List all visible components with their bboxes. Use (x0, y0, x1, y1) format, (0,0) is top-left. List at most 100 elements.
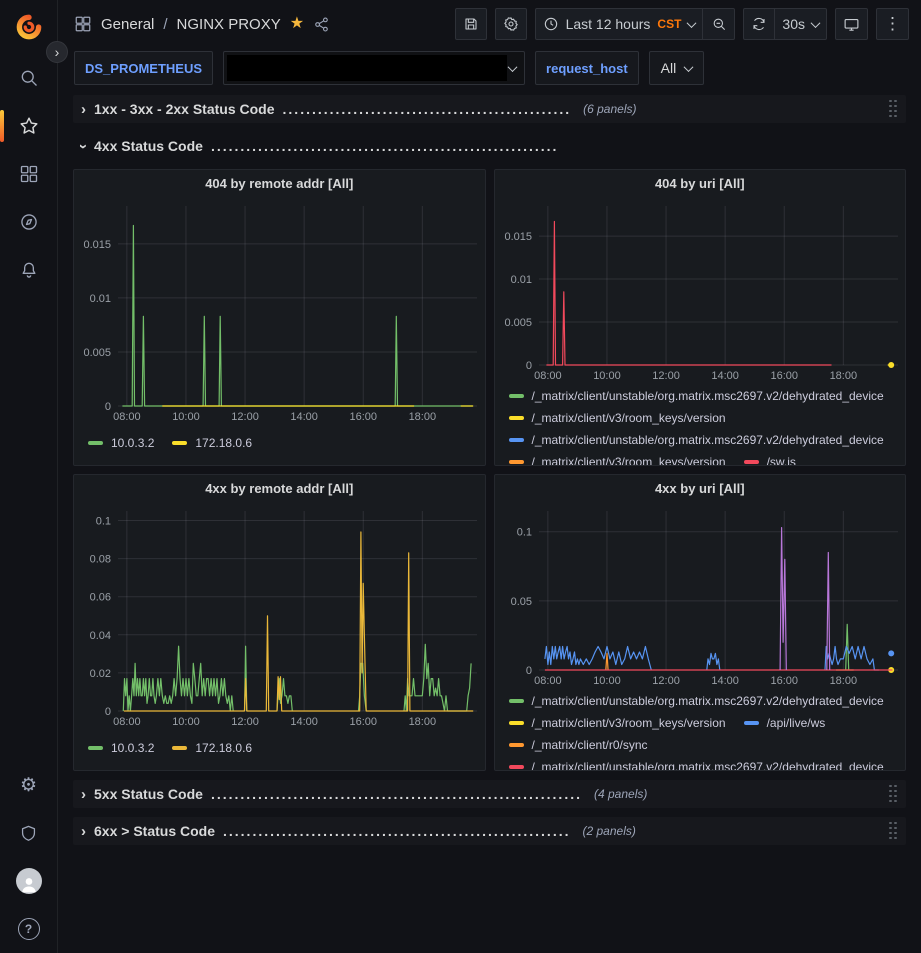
legend-label: /_matrix/client/v3/room_keys/version (532, 455, 726, 465)
svg-text:0.06: 0.06 (90, 592, 111, 604)
panel-title[interactable]: 4xx by uri [All] (495, 475, 906, 501)
sidebar-item-configuration[interactable]: ⚙ (0, 761, 57, 809)
variable-value: All (661, 60, 677, 76)
legend-item[interactable]: /_matrix/client/unstable/org.matrix.msc2… (509, 429, 884, 451)
dashboard-row-1xx-3xx-2xx[interactable]: › 1xx - 3xx - 2xx Status Code ..........… (73, 95, 906, 123)
grafana-app: › (0, 0, 921, 953)
legend-label: 10.0.3.2 (111, 436, 154, 450)
refresh-button[interactable] (743, 8, 775, 40)
save-dashboard-button[interactable] (455, 8, 487, 40)
zoom-out-time-button[interactable] (703, 8, 735, 40)
panel: 404 by remote addr [All]00.0050.010.0150… (73, 169, 486, 466)
sidebar-item-help[interactable]: ? (0, 905, 57, 953)
svg-text:0.1: 0.1 (516, 527, 531, 539)
time-picker-group: Last 12 hours CST (535, 8, 736, 40)
legend-label: /sw.js (767, 455, 796, 465)
legend-item[interactable]: 10.0.3.2 (88, 432, 154, 454)
timezone-badge: CST (657, 17, 681, 31)
breadcrumb: General / NGINX PROXY ★ (74, 15, 330, 33)
sidebar-expand-button[interactable]: › (46, 41, 68, 63)
variable-label-ds-prometheus[interactable]: DS_PROMETHEUS (74, 51, 213, 85)
legend-item[interactable]: /_matrix/client/v3/room_keys/version (509, 712, 726, 734)
breadcrumb-folder[interactable]: General (101, 16, 154, 33)
dashboard-settings-button[interactable] (495, 8, 527, 40)
tv-mode-button[interactable] (835, 8, 868, 40)
main-area: General / NGINX PROXY ★ (58, 0, 921, 953)
legend-item[interactable]: /_matrix/client/unstable/org.matrix.msc2… (509, 690, 884, 712)
panel-legend: 10.0.3.2 172.18.0.6 (74, 426, 485, 454)
legend-label: /_matrix/client/r0/sync (532, 738, 648, 752)
dashboard-row-4xx[interactable]: › 4xx Status Code ......................… (73, 132, 906, 160)
chevron-right-icon: › (81, 102, 86, 117)
chevron-right-icon: › (81, 787, 86, 802)
active-indicator (0, 110, 4, 142)
search-icon (19, 68, 39, 88)
zoom-out-icon (711, 16, 727, 32)
variable-label-request-host[interactable]: request_host (535, 51, 639, 85)
dashboard-row-5xx[interactable]: › 5xx Status Code ......................… (73, 780, 906, 808)
favorite-star-icon[interactable]: ★ (290, 16, 304, 32)
legend-item[interactable]: /sw.js (744, 451, 796, 465)
kebab-icon: ⋮ (884, 14, 901, 34)
legend-item[interactable]: 172.18.0.6 (172, 737, 252, 759)
refresh-interval-picker[interactable]: 30s (775, 8, 827, 40)
panel-title[interactable]: 404 by uri [All] (495, 170, 906, 196)
legend-item[interactable]: /_matrix/client/unstable/org.matrix.msc2… (509, 385, 884, 407)
apps-grid-icon[interactable] (74, 15, 92, 33)
sidebar: › (0, 0, 58, 953)
breadcrumb-separator: / (163, 16, 167, 33)
dashboard-row-6xx[interactable]: › 6xx > Status Code ....................… (73, 817, 906, 845)
sidebar-item-explore[interactable] (0, 198, 57, 246)
panel-title[interactable]: 404 by remote addr [All] (74, 170, 485, 196)
sidebar-item-alerting[interactable] (0, 246, 57, 294)
legend-item[interactable]: /api/live/ws (744, 712, 826, 734)
more-options-button[interactable]: ⋮ (876, 8, 909, 40)
sidebar-bottom: ⚙ ? (0, 761, 57, 953)
user-avatar (16, 868, 42, 894)
chevron-right-icon: › (81, 824, 86, 839)
legend-item[interactable]: 10.0.3.2 (88, 737, 154, 759)
row-title-dots: ........................................… (283, 101, 572, 117)
svg-text:08:00: 08:00 (113, 411, 141, 423)
sidebar-item-profile[interactable] (0, 857, 57, 905)
sidebar-item-starred[interactable] (0, 102, 57, 150)
panel-legend: 10.0.3.2 172.18.0.6 (74, 731, 485, 759)
panel: 4xx by uri [All]00.050.108:0010:0012:001… (494, 474, 907, 771)
star-outline-icon (18, 115, 40, 137)
shield-icon (19, 824, 38, 843)
legend-swatch-icon (509, 438, 524, 442)
legend-label: 172.18.0.6 (195, 436, 252, 450)
help-icon: ? (18, 918, 40, 940)
svg-text:16:00: 16:00 (349, 411, 377, 423)
legend-item[interactable]: /_matrix/client/r0/sync (509, 734, 648, 756)
time-range-picker[interactable]: Last 12 hours CST (535, 8, 704, 40)
variable-select-ds-prometheus[interactable] (223, 51, 525, 85)
sidebar-item-dashboards[interactable] (0, 150, 57, 198)
chart-canvas: 00.0050.010.01508:0010:0012:0014:0016:00… (495, 196, 906, 385)
legend-item[interactable]: /_matrix/client/v3/room_keys/version (509, 451, 726, 465)
sidebar-item-server-admin[interactable] (0, 809, 57, 857)
toolbar: Last 12 hours CST (455, 8, 909, 40)
panel-title[interactable]: 4xx by remote addr [All] (74, 475, 485, 501)
sidebar-item-search[interactable] (0, 54, 57, 102)
legend-item[interactable]: 172.18.0.6 (172, 432, 252, 454)
row-drag-handle-icon[interactable] (889, 785, 898, 804)
dashboards-grid-icon (19, 164, 39, 184)
svg-text:08:00: 08:00 (113, 716, 141, 728)
svg-text:18:00: 18:00 (829, 370, 857, 382)
row-drag-handle-icon[interactable] (889, 100, 898, 119)
row-drag-handle-icon[interactable] (889, 822, 898, 841)
svg-text:14:00: 14:00 (290, 411, 318, 423)
chart-canvas: 00.050.108:0010:0012:0014:0016:0018:00 (495, 501, 906, 690)
chart-canvas: 00.020.040.060.080.108:0010:0012:0014:00… (74, 501, 485, 731)
svg-text:0: 0 (105, 706, 111, 718)
share-icon[interactable] (313, 16, 330, 33)
legend-item[interactable]: /_matrix/client/v3/room_keys/version (509, 407, 726, 429)
breadcrumb-dashboard-title[interactable]: NGINX PROXY (177, 16, 281, 33)
redacted-value (227, 55, 507, 81)
clock-icon (543, 16, 559, 32)
row-panel-count: (4 panels) (594, 787, 647, 801)
row-title: 4xx Status Code (94, 138, 203, 154)
variable-select-request-host[interactable]: All (649, 51, 705, 85)
legend-item[interactable]: /_matrix/client/unstable/org.matrix.msc2… (509, 756, 884, 770)
